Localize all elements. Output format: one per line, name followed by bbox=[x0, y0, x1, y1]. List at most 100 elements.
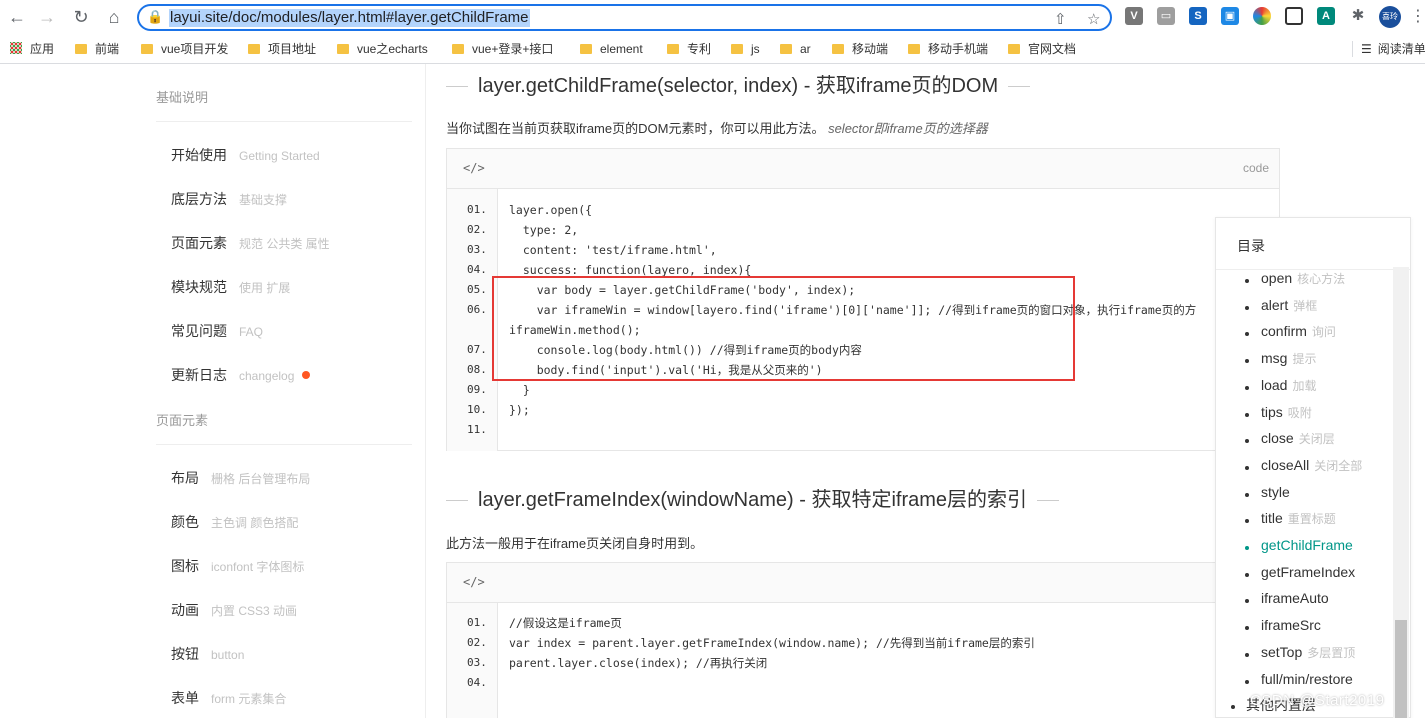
toc-item-load[interactable]: load 加载 bbox=[1261, 377, 1316, 394]
line-number: 06. bbox=[467, 303, 487, 316]
divider bbox=[1008, 86, 1031, 88]
extension-screen-icon[interactable]: ▭ bbox=[1157, 7, 1175, 25]
folder-icon bbox=[1008, 44, 1020, 54]
star-icon[interactable]: ☆ bbox=[1087, 10, 1100, 28]
bookmark-item[interactable]: ar bbox=[780, 41, 811, 57]
address-bar[interactable]: 🔒 layui.site/doc/modules/layer.html#laye… bbox=[137, 4, 1112, 31]
line-number: 05. bbox=[467, 283, 487, 296]
toc-item-getframeindex[interactable]: getFrameIndex bbox=[1261, 564, 1355, 580]
reading-list[interactable]: ☰ 阅读清单 bbox=[1352, 41, 1425, 57]
extension-color-icon[interactable] bbox=[1253, 7, 1271, 25]
line-number: 01. bbox=[467, 616, 487, 629]
toc-item-style[interactable]: style bbox=[1261, 484, 1290, 500]
toc-item-settop[interactable]: setTop 多层置顶 bbox=[1261, 644, 1355, 661]
toc-item-iframeauto[interactable]: iframeAuto bbox=[1261, 590, 1329, 606]
bookmark-item[interactable]: element bbox=[580, 41, 643, 57]
nav-item-elements[interactable]: 页面元素 规范 公共类 属性 bbox=[171, 233, 330, 253]
nav-item-button[interactable]: 按钮 button bbox=[171, 644, 244, 664]
toc-bullet bbox=[1245, 599, 1249, 603]
bookmark-item[interactable]: 项目地址 bbox=[248, 41, 316, 57]
toc-scrollbar-thumb[interactable] bbox=[1395, 620, 1407, 718]
back-arrow-icon[interactable]: ← bbox=[6, 6, 28, 28]
toc-item-title[interactable]: title 重置标题 bbox=[1261, 510, 1336, 527]
section-description: 当你试图在当前页获取iframe页的DOM元素时，你可以用此方法。 select… bbox=[446, 121, 988, 136]
code-line: layer.open({ bbox=[509, 203, 593, 217]
reload-icon[interactable]: ↻ bbox=[70, 6, 92, 28]
nav-group-title: 页面元素 bbox=[156, 413, 209, 428]
lock-icon[interactable]: 🔒 bbox=[147, 9, 163, 25]
line-number: 02. bbox=[467, 636, 487, 649]
toc-item-confirm[interactable]: confirm 询问 bbox=[1261, 323, 1336, 340]
home-icon[interactable]: ⌂ bbox=[103, 6, 125, 28]
nav-item-modules[interactable]: 模块规范 使用 扩展 bbox=[171, 277, 290, 297]
nav-item-getting-started[interactable]: 开始使用 Getting Started bbox=[171, 145, 320, 165]
toc-bullet bbox=[1245, 573, 1249, 577]
code-body: 01. //假设这是iframe页 02. var index = parent.l… bbox=[447, 603, 1279, 718]
more-menu-icon[interactable]: ⋮ bbox=[1410, 6, 1425, 26]
extension-a-icon[interactable]: A bbox=[1317, 7, 1335, 25]
extensions-puzzle-icon[interactable]: ✱ bbox=[1349, 7, 1367, 25]
bookmark-item[interactable]: vue之echarts bbox=[337, 41, 428, 57]
bookmark-item[interactable]: 前端 bbox=[75, 41, 119, 57]
bookmark-item[interactable]: js bbox=[731, 41, 760, 57]
toc-bullet bbox=[1245, 626, 1249, 630]
bookmark-item[interactable]: 官网文档 bbox=[1008, 41, 1076, 57]
toc-bullet bbox=[1245, 519, 1249, 523]
toc-item-msg[interactable]: msg 提示 bbox=[1261, 350, 1316, 367]
toc-item-iframesrc[interactable]: iframeSrc bbox=[1261, 617, 1321, 633]
extension-vue-icon[interactable]: V bbox=[1125, 7, 1143, 25]
line-number: 02. bbox=[467, 223, 487, 236]
section-description: 此方法一般用于在iframe页关闭自身时用到。 bbox=[446, 536, 704, 551]
nav-item-color[interactable]: 颜色 主色调 颜色搭配 bbox=[171, 512, 298, 532]
toc-item-getchildframe[interactable]: getChildFrame bbox=[1261, 537, 1353, 553]
toc-bullet bbox=[1245, 306, 1249, 310]
toc-bullet bbox=[1245, 332, 1249, 336]
code-tag-icon: </> bbox=[463, 161, 485, 175]
watermark: CSDN @Start2019 bbox=[1250, 692, 1385, 709]
toc-bullet bbox=[1245, 386, 1249, 390]
toc-item-tips[interactable]: tips 吸附 bbox=[1261, 404, 1312, 421]
code-line: parent.layer.close(index); //再执行关闭 bbox=[509, 656, 768, 670]
toc-item-closeall[interactable]: closeAll 关闭全部 bbox=[1261, 457, 1362, 474]
nav-item-icon[interactable]: 图标 iconfont 字体图标 bbox=[171, 556, 304, 576]
nav-item-layout[interactable]: 布局 栅格 后台管理布局 bbox=[171, 468, 310, 488]
divider bbox=[446, 500, 468, 502]
line-number: 10. bbox=[467, 403, 487, 416]
share-icon[interactable]: ⇧ bbox=[1054, 10, 1067, 28]
folder-icon bbox=[452, 44, 464, 54]
nav-item-animation[interactable]: 动画 内置 CSS3 动画 bbox=[171, 600, 297, 620]
toc-bullet bbox=[1231, 705, 1235, 709]
new-dot-badge bbox=[302, 371, 311, 379]
bookmark-item[interactable]: 移动端 bbox=[832, 41, 888, 57]
bookmark-item[interactable]: vue项目开发 bbox=[141, 41, 228, 57]
extension-s-icon[interactable]: S bbox=[1189, 7, 1207, 25]
bookmark-item[interactable]: vue+登录+接口 bbox=[452, 41, 553, 57]
toc-item-full-min-restore[interactable]: full/min/restore bbox=[1261, 671, 1353, 687]
extension-translate-icon[interactable]: ▣ bbox=[1221, 7, 1239, 25]
avatar[interactable]: 喜玲 bbox=[1379, 6, 1401, 28]
bookmark-item[interactable]: 专利 bbox=[667, 41, 711, 57]
reading-list-icon: ☰ bbox=[1361, 42, 1372, 56]
forward-arrow-icon[interactable]: → bbox=[36, 6, 58, 28]
toc-item-close[interactable]: close 关闭层 bbox=[1261, 430, 1335, 447]
nav-item-changelog[interactable]: 更新日志 changelog bbox=[171, 365, 311, 385]
nav-item-faq[interactable]: 常见问题 FAQ bbox=[171, 321, 263, 341]
toc-item-alert[interactable]: alert 弹框 bbox=[1261, 297, 1317, 314]
line-number: 01. bbox=[467, 203, 487, 216]
toc-item-open[interactable]: open 核心方法 bbox=[1261, 270, 1345, 287]
folder-icon bbox=[667, 44, 679, 54]
toc-bullet bbox=[1245, 653, 1249, 657]
nav-item-form[interactable]: 表单 form 元素集合 bbox=[171, 688, 286, 708]
divider bbox=[446, 86, 468, 88]
folder-icon bbox=[908, 44, 920, 54]
section-title-getchildframe: layer.getChildFrame(selector, index) - 获… bbox=[446, 69, 1031, 98]
code-tag-icon: </> bbox=[463, 575, 485, 589]
line-number: 08. bbox=[467, 363, 487, 376]
nav-item-base[interactable]: 底层方法 基础支撑 bbox=[171, 189, 287, 209]
url-text[interactable]: layui.site/doc/modules/layer.html#layer.… bbox=[169, 9, 530, 27]
divider bbox=[1037, 500, 1060, 502]
bookmark-apps[interactable]: 应用 bbox=[10, 41, 54, 57]
divider bbox=[156, 121, 412, 122]
bookmark-item[interactable]: 移动手机端 bbox=[908, 41, 988, 57]
extension-capture-icon[interactable] bbox=[1285, 7, 1303, 25]
